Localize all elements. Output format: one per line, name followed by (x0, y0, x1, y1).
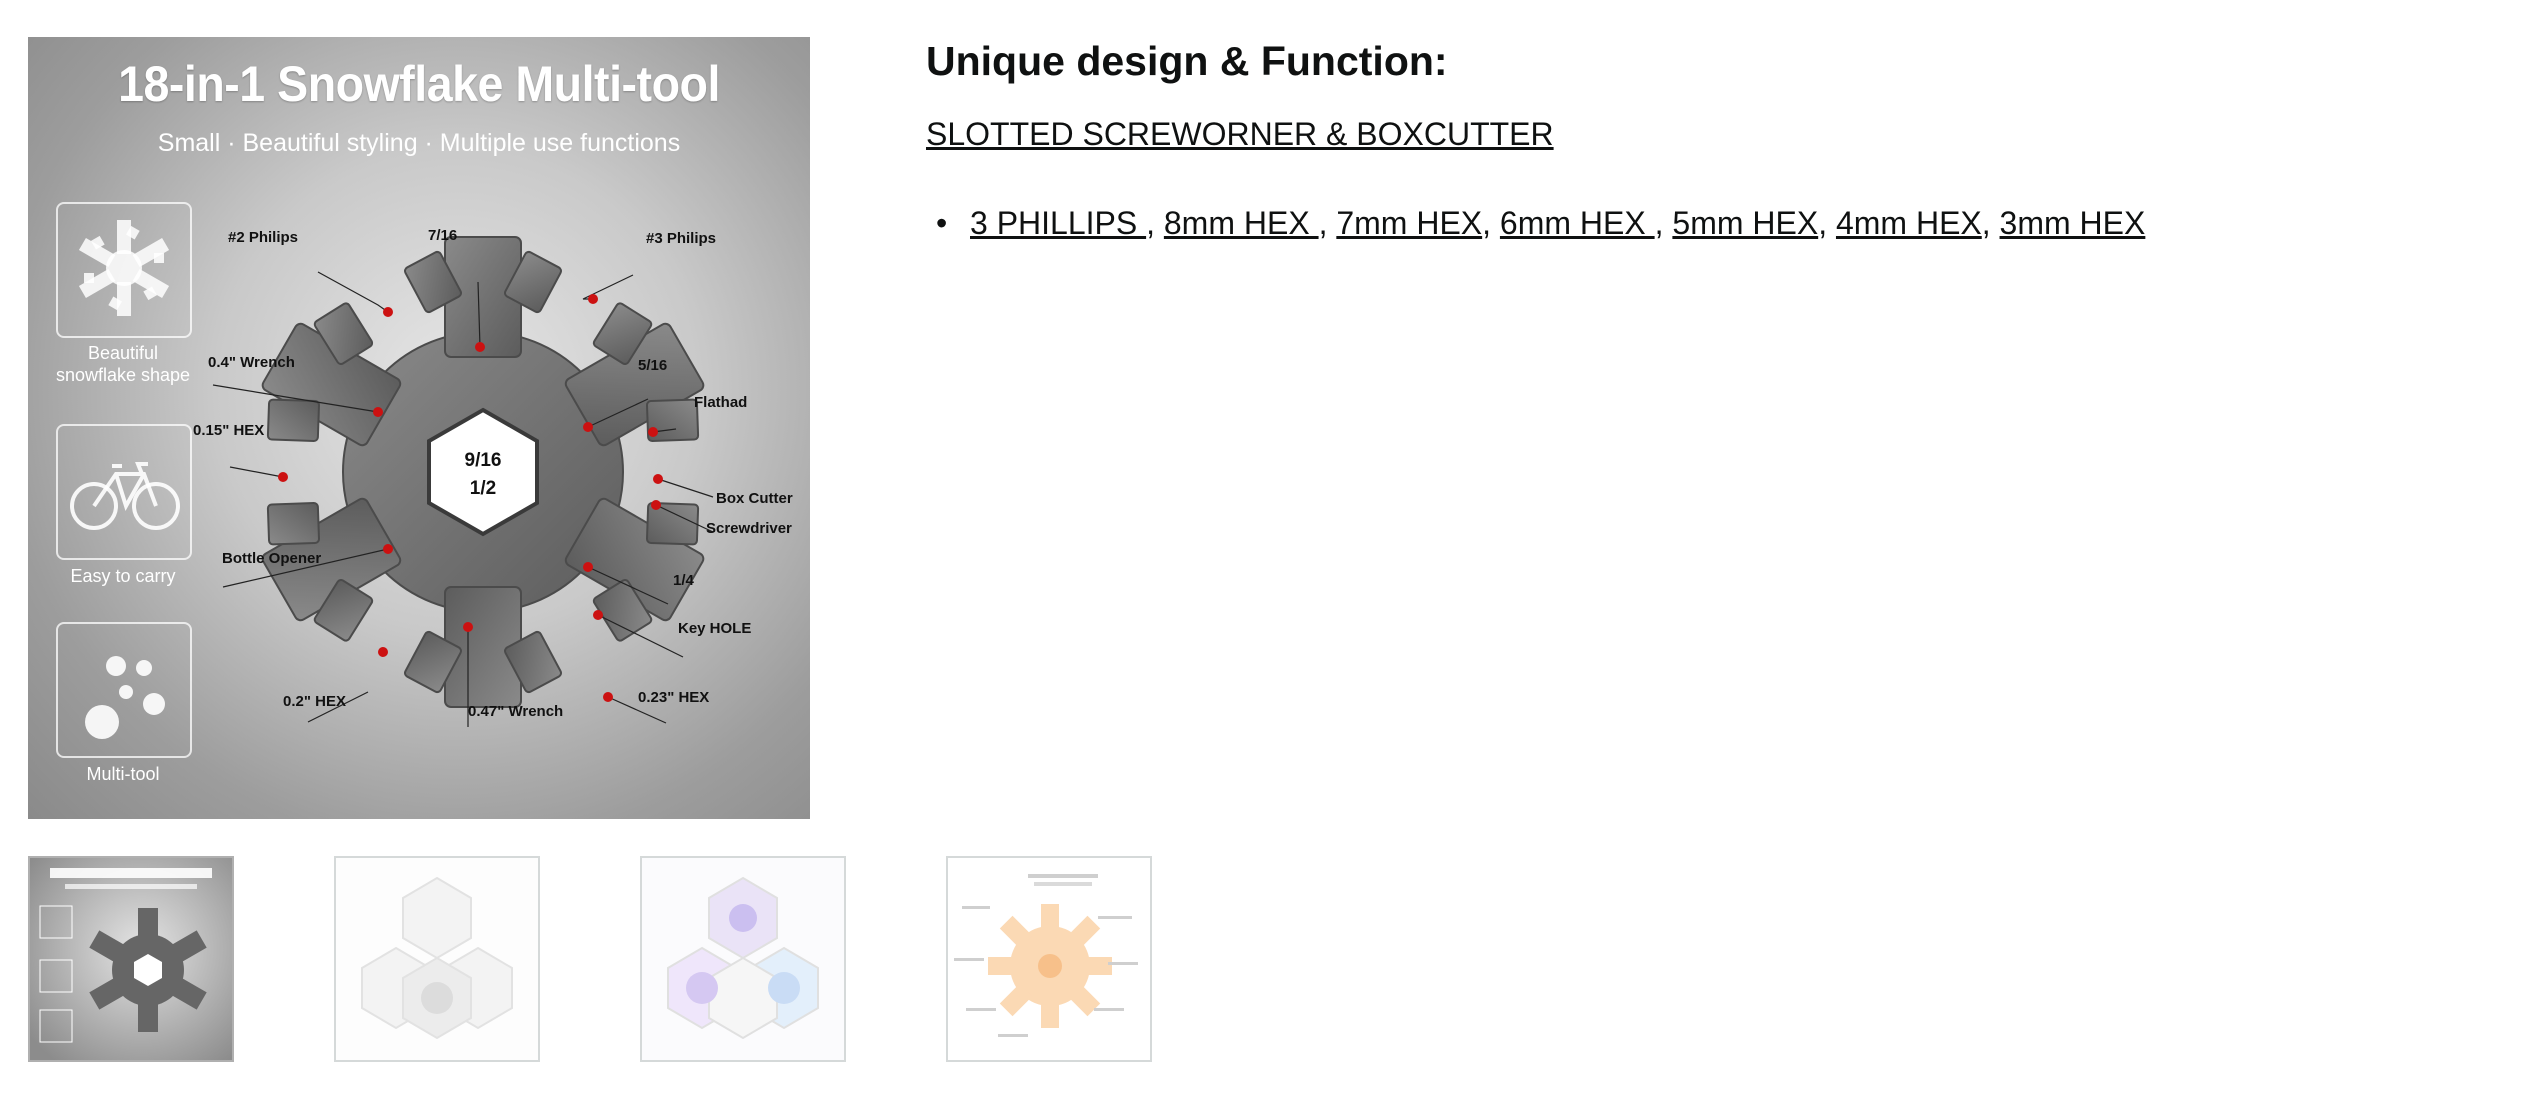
center-hex-bottom: 1/2 (470, 478, 496, 499)
bullet: • (936, 205, 948, 241)
spec-link-4mm-hex[interactable]: 4mm HEX (1836, 205, 1982, 241)
spec-link-3mm-hex[interactable]: 3mm HEX (2000, 205, 2146, 241)
separator: , (1818, 205, 1836, 241)
callout-hex02: 0.2" HEX (283, 693, 346, 710)
thumbnail-2-image (336, 858, 538, 1060)
thumbnail-1-image (30, 858, 232, 1060)
thumbnail-3[interactable] (640, 856, 846, 1062)
spec-link-7mm-hex[interactable]: 7mm HEX (1336, 205, 1482, 241)
main-product-image[interactable]: 18-in-1 Snowflake Multi-tool Small · Bea… (28, 37, 810, 819)
callout-box-cutter: Box Cutter (716, 490, 793, 507)
callout-hex015: 0.15" HEX (193, 422, 264, 439)
thumbnail-3-image (642, 858, 844, 1060)
callout-flathad: Flathad (694, 394, 747, 411)
spec-link-3-phillips[interactable]: 3 PHILLIPS (970, 205, 1146, 241)
separator: , (1146, 205, 1164, 241)
list-item: • 3 PHILLIPS , 8mm HEX , 7mm HEX, 6mm HEX… (926, 205, 2145, 242)
description-heading: Unique design & Function: (926, 38, 1448, 84)
spec-link-8mm-hex[interactable]: 8mm HEX (1164, 205, 1319, 241)
callout-wrench047: 0.47" Wrench (468, 703, 563, 720)
thumbnail-2[interactable] (334, 856, 540, 1062)
callout-screwdriver: Screwdriver (706, 520, 792, 537)
callout-philips2: #2 Philips (228, 229, 298, 246)
callout-philips3: #3 Philips (646, 230, 716, 247)
separator: , (1318, 205, 1337, 241)
callout-14: 1/4 (673, 572, 695, 589)
spec-link-5mm-hex[interactable]: 5mm HEX (1672, 205, 1818, 241)
thumbnail-4-image (948, 858, 1150, 1060)
spec-link-6mm-hex[interactable]: 6mm HEX (1500, 205, 1655, 241)
center-hex-top: 9/16 (465, 450, 502, 471)
spec-list: • 3 PHILLIPS , 8mm HEX , 7mm HEX, 6mm HEX… (926, 205, 2145, 242)
snowflake-tool-illustration: 9/16 1/2 #2 Philips 7/16 #3 Philips 0.4"… (193, 227, 793, 727)
callout-hex023: 0.23" HEX (638, 689, 709, 706)
thumbnail-4[interactable] (946, 856, 1152, 1062)
separator: , (1654, 205, 1673, 241)
callout-516: 5/16 (638, 357, 667, 374)
description-subheading-link[interactable]: SLOTTED SCREWORNER & BOXCUTTER (926, 116, 1554, 153)
callout-key-hole: Key HOLE (678, 620, 751, 637)
separator: , (1482, 205, 1500, 241)
callout-wrench04: 0.4" Wrench (208, 354, 295, 371)
callout-716: 7/16 (428, 227, 457, 244)
thumbnail-1[interactable] (28, 856, 234, 1062)
callout-bottle-opener: Bottle Opener (222, 550, 321, 567)
separator: , (1981, 205, 2000, 241)
